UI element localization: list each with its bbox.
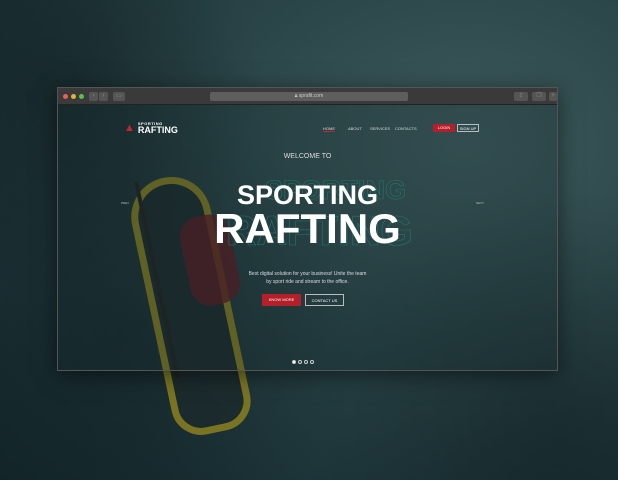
slide-dot-4[interactable] xyxy=(310,360,314,364)
nav-services[interactable]: SERVICES xyxy=(370,126,390,131)
browser-toolbar: ‹ › ▭ 🔒︎ sprafit.com ⇪ ❐ + xyxy=(58,88,557,105)
rafter-logo-icon: ▲ xyxy=(124,121,135,134)
back-button[interactable]: ‹ xyxy=(89,92,98,101)
next-button[interactable]: NEXT xyxy=(476,199,484,207)
lock-icon: 🔒︎ xyxy=(294,93,298,99)
slide-dot-3[interactable] xyxy=(304,360,308,364)
slide-dot-1[interactable] xyxy=(292,360,296,364)
maximize-window-button[interactable] xyxy=(79,94,84,99)
desc-line-2: by sport ride and stream to the office. xyxy=(266,279,349,285)
welcome-text: WELCOME TO xyxy=(283,153,332,160)
share-icon[interactable]: ⇪ xyxy=(514,92,528,101)
tabs-icon[interactable]: ❐ xyxy=(532,92,546,101)
prev-button[interactable]: PREV xyxy=(121,199,129,207)
login-button[interactable]: LOGIN xyxy=(433,124,455,132)
signup-button[interactable]: SIGN UP xyxy=(457,124,479,132)
url-text: sprafit.com xyxy=(298,93,324,99)
browser-window: ‹ › ▭ 🔒︎ sprafit.com ⇪ ❐ + ▲ SPORTING RAF… xyxy=(57,87,558,371)
slide-dot-2[interactable] xyxy=(298,360,302,364)
hero-section: ▲ SPORTING RAFTING HOME ABOUT SERVICES CO… xyxy=(58,105,557,370)
slider-dots xyxy=(292,360,314,364)
address-bar[interactable]: 🔒︎ sprafit.com xyxy=(210,92,408,101)
sidebar-icon[interactable]: ▭ xyxy=(113,92,125,101)
hero-title-2: RAFTING xyxy=(214,205,401,252)
forward-button[interactable]: › xyxy=(99,92,108,101)
close-window-button[interactable] xyxy=(63,94,68,99)
logo[interactable]: ▲ SPORTING RAFTING xyxy=(124,121,178,135)
nav-contacts[interactable]: CONTACTS xyxy=(395,126,417,131)
contact-us-button[interactable]: CONTACT US xyxy=(305,294,344,306)
new-tab-button[interactable]: + xyxy=(549,92,557,101)
hero-description: Best digital solution for your business!… xyxy=(58,270,557,286)
minimize-window-button[interactable] xyxy=(71,94,76,99)
nav-home[interactable]: HOME xyxy=(323,126,335,132)
nav-about[interactable]: ABOUT xyxy=(348,126,362,131)
desc-line-1: Best digital solution for your business!… xyxy=(248,271,367,277)
logo-big-text: RAFTING xyxy=(137,125,178,135)
know-more-button[interactable]: KNOW MORE xyxy=(262,294,301,306)
